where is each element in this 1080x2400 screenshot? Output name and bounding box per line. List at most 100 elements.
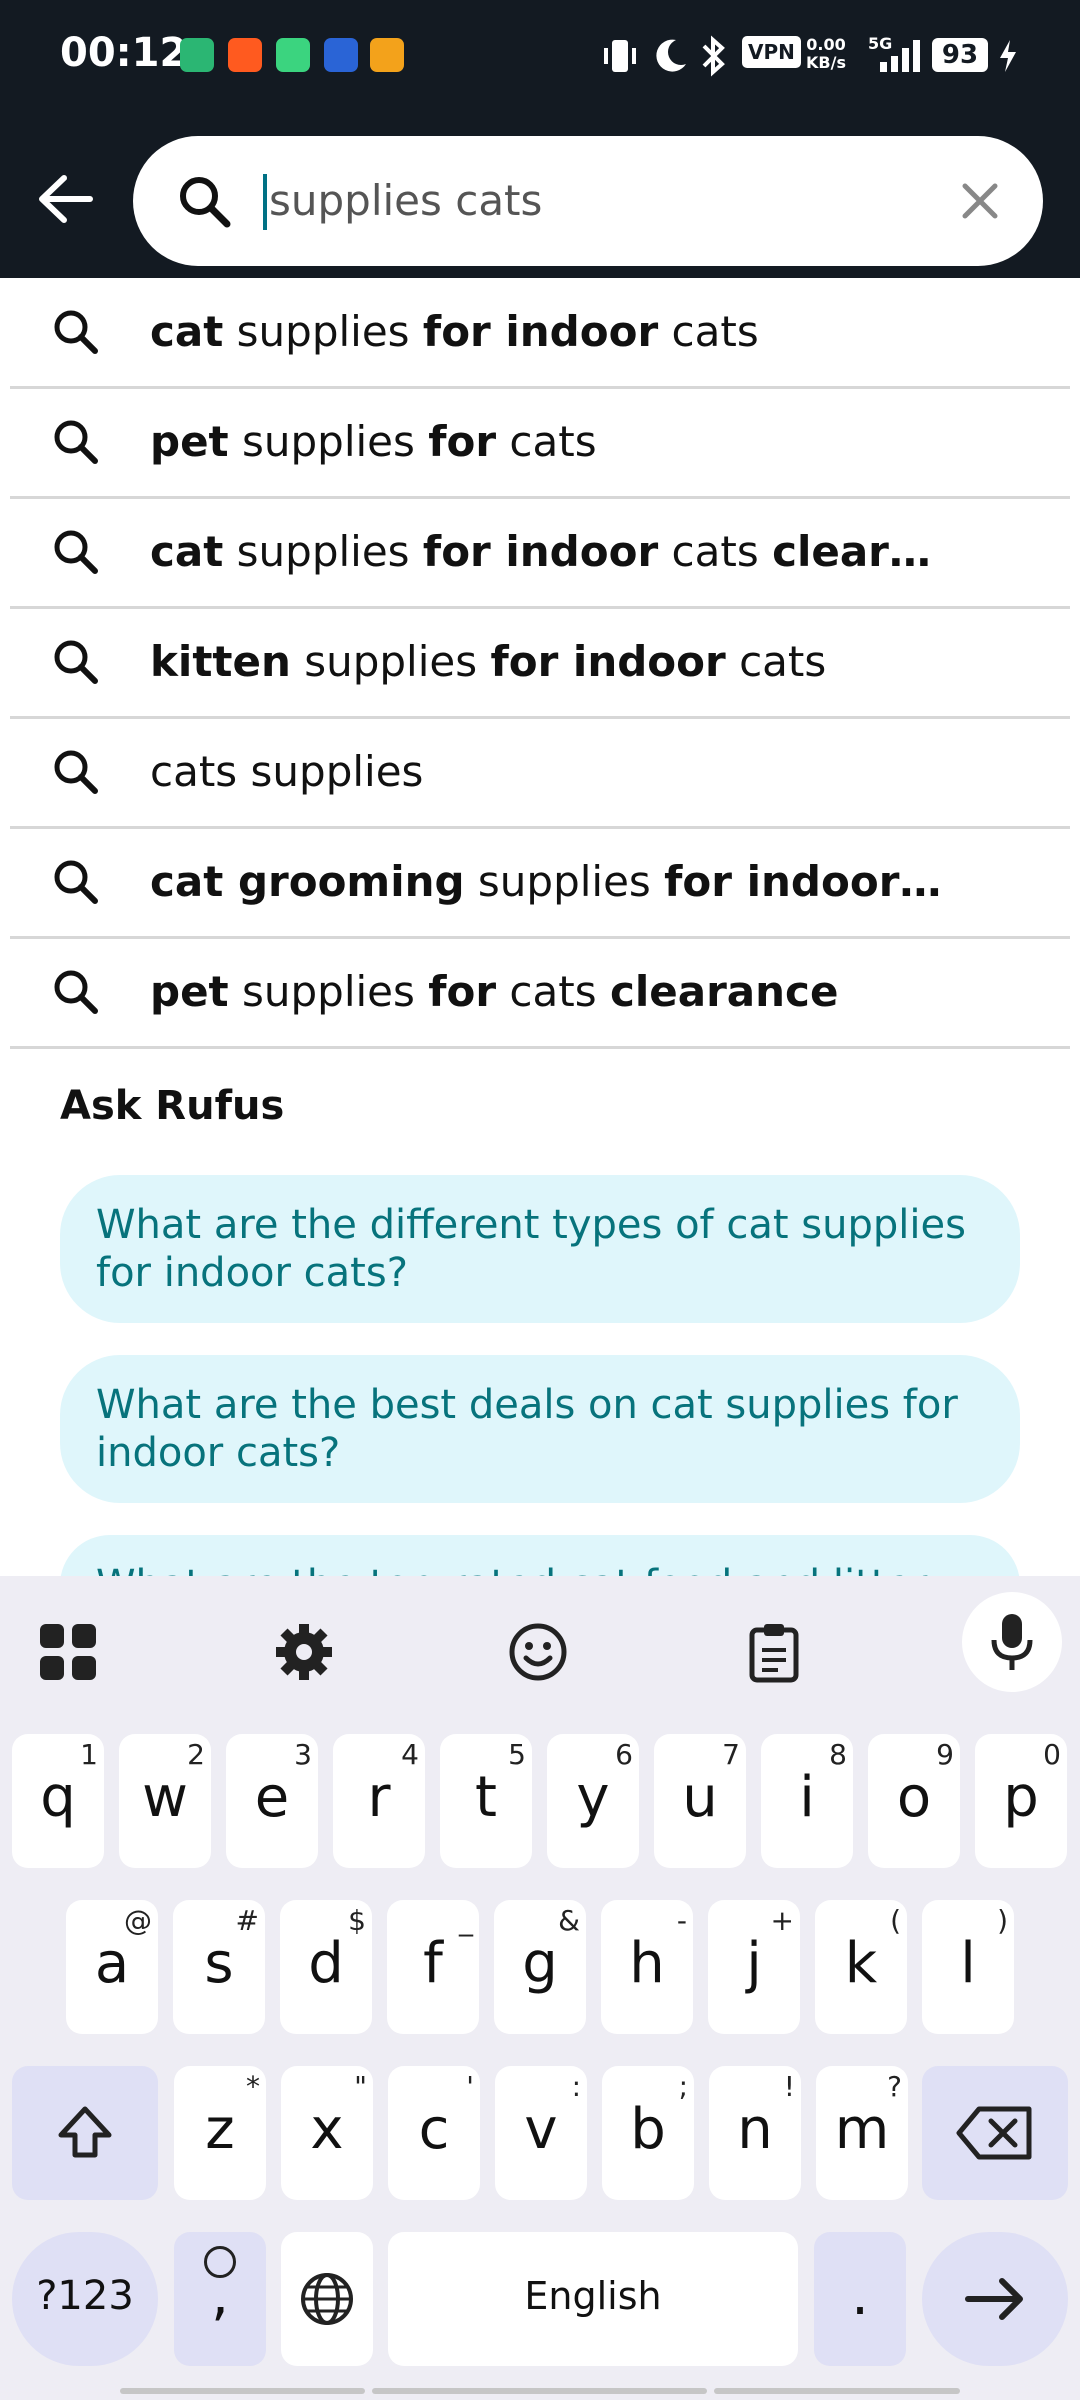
- suggestion-plain-text: supplies: [223, 307, 423, 356]
- key-k[interactable]: k(: [815, 1900, 907, 2034]
- key-j[interactable]: j +: [708, 1900, 800, 2034]
- suggestion-match-text: kitten: [150, 637, 291, 686]
- suggestion-item[interactable]: cat grooming supplies for indoor…: [10, 828, 1070, 939]
- suggestion-item[interactable]: cats supplies: [10, 718, 1070, 829]
- search-icon: [54, 310, 98, 354]
- key-d[interactable]: d $: [280, 1900, 372, 2034]
- suggestion-text: cat supplies for indoor cats clear…: [150, 498, 931, 606]
- clear-icon[interactable]: [959, 180, 1001, 222]
- key-r[interactable]: r4: [333, 1734, 425, 1868]
- key-c[interactable]: c ': [388, 2066, 480, 2200]
- suggestion-plain-text: supplies: [290, 637, 491, 686]
- apps-grid-icon[interactable]: [36, 1620, 100, 1684]
- suggestion-match-text: cat: [150, 307, 224, 356]
- app-notification-icon: [228, 38, 262, 72]
- suggestion-plain-text: cats: [658, 527, 773, 576]
- search-icon: [180, 177, 231, 228]
- enter-key[interactable]: [922, 2232, 1068, 2366]
- status-bar: 00:12 VPN 0.00 KB/s 5G 93: [0, 0, 1080, 120]
- language-key[interactable]: [281, 2232, 373, 2366]
- suggestion-item[interactable]: pet supplies for cats clearance: [10, 938, 1070, 1049]
- key-hint: @: [124, 1904, 152, 1937]
- shift-arrow-icon: [58, 2106, 112, 2158]
- key-i[interactable]: i8: [761, 1734, 853, 1868]
- suggestion-match-text: for: [428, 417, 497, 466]
- rufus-question-chip[interactable]: What are the best deals on cat supplies …: [60, 1355, 1020, 1503]
- status-time: 00:12: [60, 30, 188, 76]
- speed-unit: KB/s: [806, 53, 846, 72]
- key-n[interactable]: n!: [709, 2066, 801, 2200]
- search-input[interactable]: [269, 166, 869, 236]
- back-arrow-icon[interactable]: [30, 162, 104, 236]
- key-hint: 6: [615, 1738, 633, 1771]
- suggestion-text: cat supplies for indoor cats: [150, 278, 759, 386]
- suggestion-match-text: for indoor: [422, 307, 659, 356]
- key-e[interactable]: e3: [226, 1734, 318, 1868]
- voice-input-button[interactable]: [962, 1592, 1062, 1692]
- suggestion-text: cats supplies: [150, 718, 423, 826]
- text-cursor: [263, 174, 267, 230]
- suggestion-item[interactable]: kitten supplies for indoor cats: [10, 608, 1070, 719]
- key-hint: ": [354, 2070, 367, 2103]
- key-label: .: [851, 2263, 869, 2328]
- key-h[interactable]: h-: [601, 1900, 693, 2034]
- key-o[interactable]: o9: [868, 1734, 960, 1868]
- key-label: English: [524, 2274, 662, 2318]
- rufus-question-chip[interactable]: What are the different types of cat supp…: [60, 1175, 1020, 1323]
- suggestion-match-text: for: [428, 967, 497, 1016]
- backspace-key[interactable]: [922, 2066, 1068, 2200]
- key-u[interactable]: u7: [654, 1734, 746, 1868]
- search-box[interactable]: [133, 136, 1043, 266]
- space-key[interactable]: English: [388, 2232, 798, 2366]
- key-y[interactable]: y6: [547, 1734, 639, 1868]
- suggestion-match-text: clear…: [772, 527, 931, 576]
- key-hint: 1: [80, 1738, 98, 1771]
- search-icon: [54, 750, 98, 794]
- key-q[interactable]: q1: [12, 1734, 104, 1868]
- key-t[interactable]: t5: [440, 1734, 532, 1868]
- signal-icon: [880, 40, 920, 72]
- settings-gear-icon[interactable]: [272, 1620, 336, 1684]
- key-hint: 2: [187, 1738, 205, 1771]
- key-label: ?123: [36, 2273, 134, 2319]
- key-v[interactable]: v:: [495, 2066, 587, 2200]
- key-p[interactable]: p0: [975, 1734, 1067, 1868]
- app-notification-icon: [180, 38, 214, 72]
- suggestion-match-text: for indoor: [422, 527, 659, 576]
- suggestion-plain-text: supplies: [228, 967, 429, 1016]
- key-m[interactable]: m?: [816, 2066, 908, 2200]
- emoji-icon[interactable]: [506, 1620, 570, 1684]
- key-z[interactable]: z *: [174, 2066, 266, 2200]
- key-a[interactable]: a @: [66, 1900, 158, 2034]
- key-f[interactable]: f _: [387, 1900, 479, 2034]
- key-b[interactable]: b;: [602, 2066, 694, 2200]
- search-icon: [54, 420, 98, 464]
- keyboard: q 1 w 2 e 3 r 4 t 5 y 6 u 7 i 8 o 9 p 0 a @ s # d $ f _ g & h - j + k(l) z *…: [0, 1576, 1080, 2400]
- key-l[interactable]: l): [922, 1900, 1014, 2034]
- nav-handle-center: [372, 2388, 707, 2394]
- search-header: [0, 120, 1080, 278]
- period-key[interactable]: .: [814, 2232, 906, 2366]
- suggestion-plain-text: cats: [725, 637, 827, 686]
- suggestion-item[interactable]: cat supplies for indoor cats: [10, 278, 1070, 389]
- clipboard-icon[interactable]: [742, 1620, 806, 1684]
- app-notification-icon: [276, 38, 310, 72]
- suggestion-plain-text: cats: [658, 307, 759, 356]
- suggestion-match-text: clearance: [609, 967, 839, 1016]
- do-not-disturb-moon-icon: [656, 39, 686, 72]
- key-x[interactable]: x ": [281, 2066, 373, 2200]
- key-g[interactable]: g &: [494, 1900, 586, 2034]
- key-w[interactable]: w2: [119, 1734, 211, 1868]
- key-s[interactable]: s #: [173, 1900, 265, 2034]
- suggestion-item[interactable]: pet supplies for cats: [10, 388, 1070, 499]
- comma-emoji-key[interactable]: ,: [174, 2232, 266, 2366]
- shift-key[interactable]: [12, 2066, 158, 2200]
- suggestion-text: pet supplies for cats: [150, 388, 597, 496]
- suggestion-plain-text: supplies: [228, 417, 429, 466]
- battery-level: 93: [932, 38, 988, 72]
- suggestion-match-text: cat grooming: [150, 857, 465, 906]
- symbols-key[interactable]: ?123: [12, 2232, 158, 2366]
- suggestion-item[interactable]: cat supplies for indoor cats clear…: [10, 498, 1070, 609]
- key-hint: *: [246, 2070, 260, 2103]
- speed-value: 0.00: [806, 35, 846, 54]
